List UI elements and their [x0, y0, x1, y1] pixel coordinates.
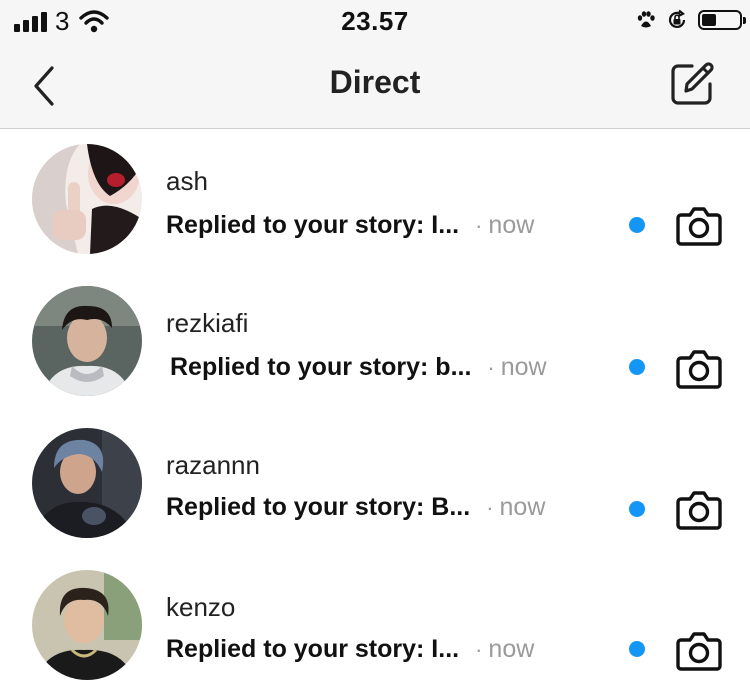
message-preview: Replied to your story: B... · now [166, 493, 545, 522]
separator: · [487, 355, 495, 380]
avatar[interactable] [32, 570, 142, 680]
timestamp: now [500, 353, 547, 381]
status-bar: 3 23.57 [0, 0, 750, 44]
message-preview: Replied to your story: I... · now [166, 211, 534, 240]
camera-icon[interactable] [676, 629, 722, 671]
status-right [636, 9, 746, 31]
timestamp: now [499, 493, 546, 521]
conversation-row[interactable]: ash Replied to your story: I... · now [0, 129, 750, 271]
timestamp: now [488, 211, 535, 239]
conversation-row[interactable]: razannn Replied to your story: B... · no… [0, 413, 750, 555]
timestamp: now [488, 635, 535, 663]
avatar[interactable] [32, 428, 142, 538]
unread-dot [629, 501, 645, 517]
page-title: Direct [329, 64, 421, 100]
conversation-row[interactable]: kenzo Replied to your story: I... · now [0, 555, 750, 697]
unread-dot [629, 217, 645, 233]
message-text: Replied to your story: I... [166, 635, 460, 663]
separator: · [486, 495, 494, 520]
message-text: Replied to your story: b... [170, 353, 472, 381]
camera-icon[interactable] [676, 347, 722, 389]
camera-icon[interactable] [676, 488, 722, 530]
avatar[interactable] [32, 144, 142, 254]
conversation-list: ash Replied to your story: I... · now re… [0, 129, 750, 697]
separator: · [475, 213, 483, 238]
camera-icon[interactable] [676, 204, 722, 246]
battery-icon [698, 10, 746, 30]
conversation-username: ash [166, 166, 208, 196]
message-text: Replied to your story: B... [166, 493, 471, 521]
unread-dot [629, 359, 645, 375]
new-message-icon[interactable] [668, 58, 716, 108]
rotation-lock-icon [668, 9, 686, 29]
conversation-username: rezkiafi [166, 308, 249, 338]
conversation-username: razannn [166, 450, 260, 480]
separator: · [475, 637, 483, 662]
message-preview: Replied to your story: I... · now [166, 635, 534, 664]
conversation-row[interactable]: rezkiafi Replied to your story: b... · n… [0, 271, 750, 413]
paw-icon [637, 11, 655, 28]
header: Direct [0, 44, 750, 129]
avatar[interactable] [32, 286, 142, 396]
conversation-username: kenzo [166, 592, 236, 622]
message-text: Replied to your story: I... [166, 211, 460, 239]
unread-dot [629, 641, 645, 657]
message-preview: Replied to your story: b... · now [170, 353, 547, 382]
